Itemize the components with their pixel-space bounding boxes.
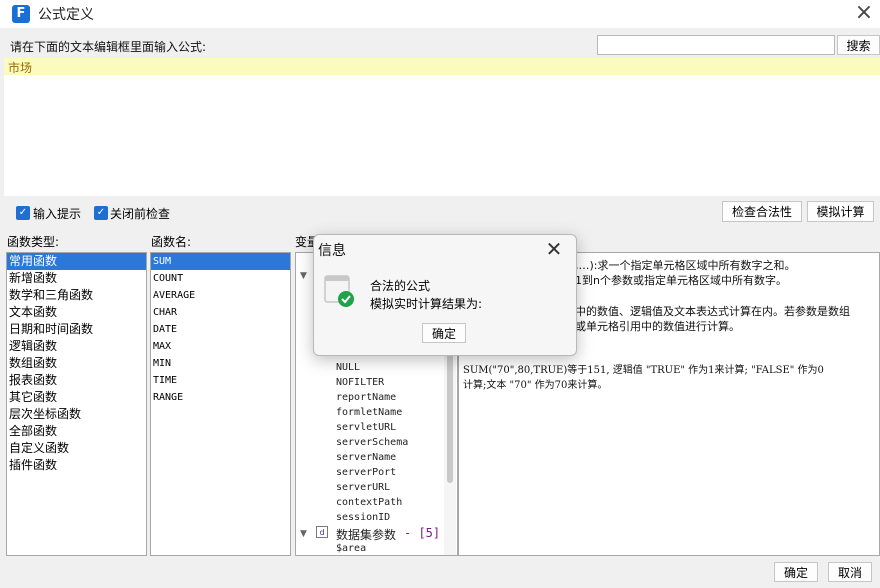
list-item[interactable]: sessionID	[336, 510, 408, 525]
list-item[interactable]: 全部函数	[7, 423, 146, 440]
description-line: 或单元格引用中的数值进行计算。	[575, 320, 740, 333]
list-item[interactable]: 层次坐标函数	[7, 406, 146, 423]
editor-prompt: 请在下面的文本编辑框里面输入公式:	[10, 40, 207, 54]
variable-list: NULL NOFILTER reportName formletName ser…	[336, 360, 408, 525]
list-item[interactable]: contextPath	[336, 495, 408, 510]
description-line: ,…):求一个指定单元格区域中所有数字之和。	[575, 259, 796, 272]
list-item[interactable]: serverPort	[336, 465, 408, 480]
list-item[interactable]: 自定义函数	[7, 440, 146, 457]
list-item[interactable]: 常用函数	[7, 253, 146, 270]
dialog-message-line2: 模拟实时计算结果为:	[370, 297, 483, 311]
list-item[interactable]: RANGE	[151, 389, 290, 406]
function-type-list[interactable]: 常用函数 新增函数 数学和三角函数 文本函数 日期和时间函数 逻辑函数 数组函数…	[6, 252, 147, 556]
success-icon	[324, 275, 354, 307]
input-hint-label: 输入提示	[33, 207, 82, 221]
list-item[interactable]: 逻辑函数	[7, 338, 146, 355]
list-item[interactable]: 插件函数	[7, 457, 146, 474]
list-item[interactable]: formletName	[336, 405, 408, 420]
window-title: 公式定义	[38, 7, 94, 23]
list-item[interactable]: DATE	[151, 321, 290, 338]
function-type-header: 函数类型:	[7, 235, 60, 249]
current-line-highlight	[4, 58, 880, 75]
ok-button[interactable]: 确定	[774, 562, 818, 582]
dialog-message-line1: 合法的公式	[370, 279, 431, 293]
simulate-button[interactable]: 模拟计算	[807, 201, 874, 222]
info-dialog: 信息 ✕ 合法的公式 模拟实时计算结果为: 确定	[313, 234, 577, 356]
function-name-list[interactable]: SUM COUNT AVERAGE CHAR DATE MAX MIN TIME…	[150, 252, 291, 556]
dialog-title: 信息	[318, 243, 346, 259]
check-before-close-checkbox[interactable]: ✓	[94, 206, 108, 220]
search-button[interactable]: 搜索	[837, 35, 880, 55]
list-item[interactable]: NULL	[336, 360, 408, 375]
search-input[interactable]	[597, 35, 835, 55]
dataset-folder-icon: d	[316, 526, 328, 538]
list-item[interactable]: servletURL	[336, 420, 408, 435]
list-item[interactable]: TIME	[151, 372, 290, 389]
description-line: 计算;文本 "70" 作为70来计算。	[463, 380, 608, 391]
list-item[interactable]: MAX	[151, 338, 290, 355]
list-item[interactable]: 日期和时间函数	[7, 321, 146, 338]
function-name-header: 函数名:	[151, 235, 192, 249]
list-item[interactable]: reportName	[336, 390, 408, 405]
list-item[interactable]: MIN	[151, 355, 290, 372]
app-logo-icon: F	[12, 5, 30, 23]
list-item[interactable]: 新增函数	[7, 270, 146, 287]
formula-editor[interactable]: 市场	[4, 58, 880, 196]
validate-button[interactable]: 检查合法性	[722, 201, 802, 222]
list-item[interactable]: serverName	[336, 450, 408, 465]
list-item[interactable]: 数学和三角函数	[7, 287, 146, 304]
list-item[interactable]: 其它函数	[7, 389, 146, 406]
check-before-close-label: 关闭前检查	[110, 207, 171, 221]
dialog-ok-button[interactable]: 确定	[422, 323, 466, 343]
description-line: 中的数值、逻辑值及文本表达式计算在内。若参数是数组	[575, 305, 850, 318]
list-item[interactable]: AVERAGE	[151, 287, 290, 304]
list-item[interactable]: 文本函数	[7, 304, 146, 321]
list-item[interactable]: 报表函数	[7, 372, 146, 389]
dataset-group-count: - [5]	[404, 526, 441, 540]
close-icon[interactable]: ×	[852, 2, 876, 26]
dialog-close-icon[interactable]: ✕	[542, 237, 566, 261]
list-item[interactable]: COUNT	[151, 270, 290, 287]
description-line: SUM("70",80,TRUE)等于151, 逻辑值 "TRUE" 作为1来计…	[463, 365, 824, 376]
list-item[interactable]: $area	[336, 541, 366, 555]
title-bar	[0, 0, 880, 28]
list-item[interactable]: 数组函数	[7, 355, 146, 372]
list-item[interactable]: serverURL	[336, 480, 408, 495]
input-hint-checkbox[interactable]: ✓	[16, 206, 30, 220]
formula-text: 市场	[8, 61, 33, 75]
collapse-icon[interactable]: ▼	[300, 529, 307, 539]
cancel-button[interactable]: 取消	[828, 562, 872, 582]
list-item[interactable]: NOFILTER	[336, 375, 408, 390]
collapse-icon[interactable]: ▼	[300, 271, 307, 281]
list-item[interactable]: SUM	[151, 253, 290, 270]
list-item[interactable]: serverSchema	[336, 435, 408, 450]
list-item[interactable]: CHAR	[151, 304, 290, 321]
description-line: 1到n个参数或指定单元格区域中所有数字。	[575, 274, 787, 287]
